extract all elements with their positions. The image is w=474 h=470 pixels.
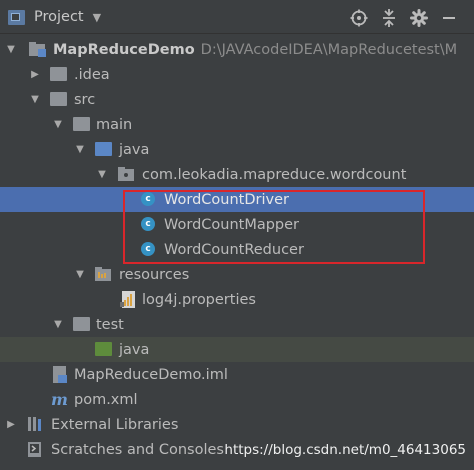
tree-item-test[interactable]: ▼ test — [0, 312, 474, 337]
tree-item-log4j-properties[interactable]: log4j.properties — [0, 287, 474, 312]
tree-item-external-libraries[interactable]: ▶ External Libraries — [0, 412, 474, 437]
tree-item-label: log4j.properties — [142, 291, 256, 308]
test-source-folder-icon — [95, 342, 112, 356]
source-folder-icon — [95, 142, 112, 156]
tree-item-java-sources[interactable]: ▼ java — [0, 137, 474, 162]
folder-icon — [73, 317, 90, 331]
project-panel-header: Project ▼ — [0, 0, 474, 34]
tree-item-label: java — [119, 341, 150, 358]
tree-item-src[interactable]: ▼ src — [0, 87, 474, 112]
chevron-right-icon[interactable]: ▶ — [29, 69, 41, 81]
tree-item-package[interactable]: ▼ com.leokadia.mapreduce.wordcount — [0, 162, 474, 187]
chevron-down-icon[interactable]: ▼ — [74, 269, 86, 281]
tree-item-label: com.leokadia.mapreduce.wordcount — [142, 166, 407, 183]
folder-icon — [50, 67, 67, 81]
package-icon — [118, 167, 136, 183]
tree-item-label: main — [96, 116, 133, 133]
project-view-selector[interactable]: Project ▼ — [8, 6, 101, 28]
watermark: https://blog.csdn.net/m0_46413065 — [224, 442, 466, 458]
tree-item-main[interactable]: ▼ main — [0, 112, 474, 137]
gear-icon[interactable] — [404, 7, 434, 29]
scratches-icon — [27, 441, 45, 457]
collapse-all-icon[interactable] — [374, 7, 404, 29]
tree-item-resources[interactable]: ▼ resources — [0, 262, 474, 287]
folder-icon — [73, 117, 90, 131]
project-icon — [8, 9, 25, 25]
project-path: D:\JAVAcodeIDEA\MapReducetest\M — [200, 41, 458, 58]
panel-title: Project — [34, 9, 84, 25]
tree-item-label: .idea — [74, 66, 110, 83]
chevron-right-icon[interactable]: ▶ — [5, 419, 17, 431]
tree-item-label: src — [74, 91, 96, 108]
locate-icon[interactable] — [344, 7, 374, 29]
module-folder-icon — [29, 41, 47, 57]
tree-item-pom[interactable]: m pom.xml — [0, 387, 474, 412]
project-name: MapReduceDemo D:\JAVAcodeIDEA\MapReducete… — [53, 41, 458, 58]
tree-item-label: test — [96, 316, 124, 333]
tree-item-label: MapReduceDemo.iml — [74, 366, 228, 383]
chevron-down-icon[interactable]: ▼ — [5, 44, 17, 56]
libraries-icon — [27, 416, 45, 432]
hide-icon[interactable] — [434, 7, 464, 29]
chevron-down-icon[interactable]: ▼ — [93, 11, 101, 24]
chevron-down-icon[interactable]: ▼ — [29, 94, 41, 106]
tree-item-label: pom.xml — [74, 391, 138, 408]
properties-file-icon — [120, 291, 138, 308]
tree-item-idea[interactable]: ▶ .idea — [0, 62, 474, 87]
module-file-icon — [52, 366, 70, 383]
tree-item-label: java — [119, 141, 150, 158]
chevron-down-icon[interactable]: ▼ — [96, 169, 108, 181]
tree-item-test-java[interactable]: java — [0, 337, 474, 362]
tree-item-iml[interactable]: MapReduceDemo.iml — [0, 362, 474, 387]
chevron-down-icon[interactable]: ▼ — [52, 319, 64, 331]
highlight-box — [123, 190, 425, 264]
header-actions — [344, 7, 464, 29]
resources-folder-icon — [95, 267, 113, 283]
tree-item-label: resources — [119, 266, 190, 283]
chevron-down-icon[interactable]: ▼ — [52, 119, 64, 131]
chevron-down-icon[interactable]: ▼ — [74, 144, 86, 156]
folder-icon — [50, 92, 67, 106]
tree-item-label: External Libraries — [51, 416, 179, 433]
maven-icon: m — [51, 390, 68, 409]
tree-item-label: Scratches and Consoles — [51, 441, 224, 458]
tree-item-project-root[interactable]: ▼ MapReduceDemo D:\JAVAcodeIDEA\MapReduce… — [0, 37, 474, 62]
